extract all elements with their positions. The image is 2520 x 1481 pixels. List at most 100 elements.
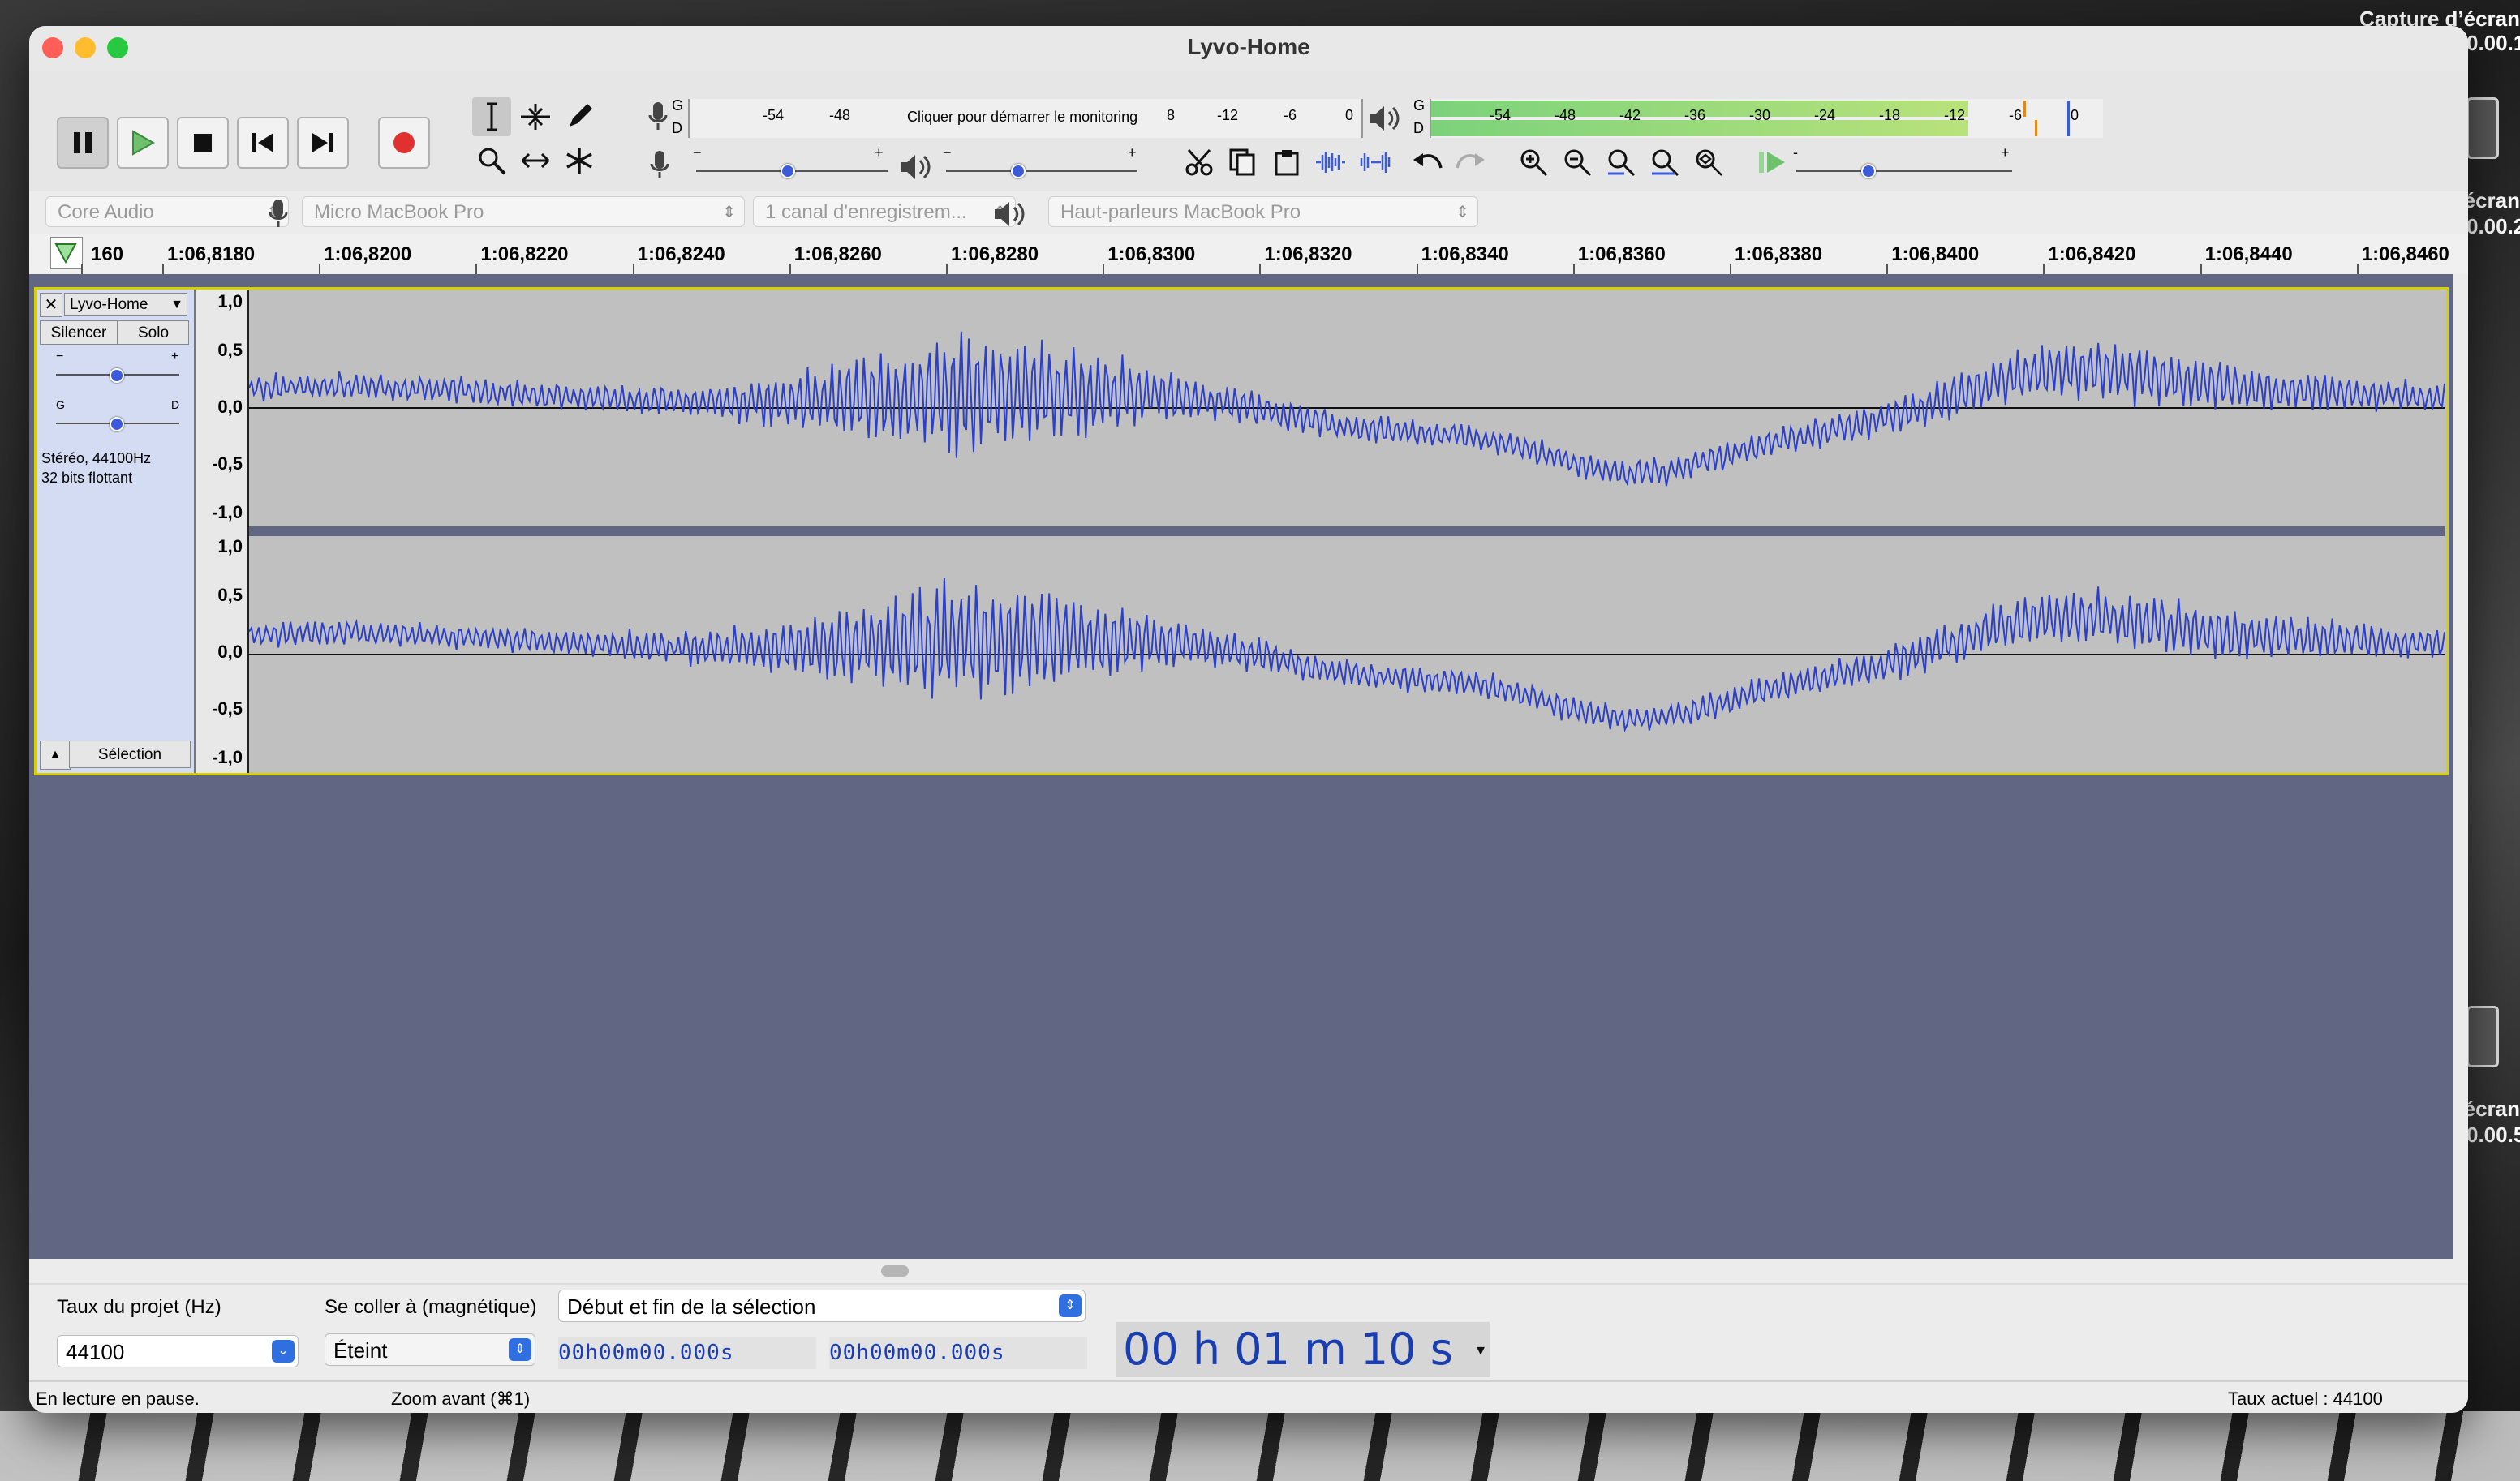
playback-volume-slider[interactable] [946, 170, 1137, 172]
chevron-down-icon: ⌄ [272, 1340, 295, 1363]
zoom-out-button[interactable] [1558, 143, 1597, 182]
microphone-icon[interactable] [647, 101, 669, 133]
playback-status: En lecture en pause. [36, 1389, 200, 1409]
playback-speed-slider[interactable] [1796, 170, 2012, 172]
recording-device-select[interactable]: Micro MacBook Pro ⇕ [302, 196, 745, 227]
gain-min-label: − [56, 350, 64, 363]
play-head-icon[interactable] [50, 237, 83, 269]
silence-button[interactable] [1357, 143, 1395, 182]
selection-mode-select[interactable]: Début et fin de la sélection ⇕ [558, 1290, 1086, 1322]
selection-start-time[interactable]: 00h00m00.000s [558, 1337, 816, 1369]
fit-project-button[interactable] [1645, 143, 1684, 182]
slider-min-label: − [693, 144, 702, 161]
ruler-tick [1572, 264, 1575, 274]
magnifier-icon [479, 148, 506, 175]
audio-host-select[interactable]: Core Audio ⇕ [45, 196, 289, 227]
track-format-line: Stéréo, 44100Hz [41, 450, 152, 466]
play-scale-tick: -42 [1619, 107, 1641, 123]
amplitude-ruler[interactable]: 1,0 0,5 0,0 -0,5 -1,0 1,0 0,5 0,0 -0,5 -… [196, 290, 249, 773]
solo-button[interactable]: Solo [118, 320, 189, 345]
ruler-time-label: 1:06,8280 [951, 243, 1039, 265]
desktop-file-icon[interactable] [2466, 1006, 2499, 1067]
asterisk-icon [566, 148, 592, 174]
skip-to-start-button[interactable] [237, 117, 289, 169]
desktop-file-icon[interactable] [2466, 97, 2499, 159]
zoom-toggle-button[interactable] [1689, 143, 1728, 182]
select-track-button[interactable]: Sélection [69, 740, 191, 768]
gain-knob[interactable] [110, 368, 124, 383]
snap-to-select[interactable]: Éteint ⇕ [325, 1333, 535, 1366]
ruler-time-label: 1:06,8420 [2048, 243, 2136, 265]
project-rate-combo[interactable]: 44100 ⌄ [57, 1335, 299, 1367]
collapse-track-button[interactable]: ▲ [40, 740, 71, 770]
track-name-menu[interactable]: Lyvo-Home ▼ [64, 293, 187, 316]
time-shift-tool[interactable] [516, 141, 555, 180]
recording-volume-knob[interactable] [781, 164, 795, 178]
record-meter[interactable]: -54 -48 Cliquer pour démarrer le monitor… [688, 99, 1363, 138]
pan-knob[interactable] [110, 417, 124, 431]
record-button[interactable] [378, 117, 430, 169]
ruler-time-label: 160 [91, 243, 124, 265]
timeline-ruler[interactable]: 160 1:06,8180 1:06,8200 1:06,8220 1:06,8240 1… [29, 234, 2468, 276]
ruler-tick [1730, 264, 1731, 274]
mute-button[interactable]: Silencer [40, 320, 118, 345]
vertical-scrollbar[interactable] [2453, 274, 2468, 1259]
playback-volume-knob[interactable] [1011, 164, 1026, 178]
horizontal-scrollbar[interactable] [29, 1259, 2468, 1283]
selection-end-time[interactable]: 00h00m00.000s [829, 1337, 1087, 1369]
trim-button[interactable] [1311, 143, 1350, 182]
ruler-tick [319, 264, 321, 274]
multi-tool[interactable] [560, 141, 599, 180]
project-rate-value: 44100 [66, 1340, 125, 1364]
playback-meter[interactable]: -54 -48 -42 -36 -30 -24 -18 -12 -6 0 [1430, 99, 2103, 138]
play-at-speed-button[interactable] [1752, 143, 1791, 182]
cut-button[interactable] [1180, 143, 1219, 182]
envelope-tool[interactable] [516, 97, 555, 136]
microphone-icon [650, 151, 669, 178]
selection-tool[interactable] [472, 97, 511, 136]
play-scale-tick: -30 [1749, 107, 1771, 123]
redo-button[interactable] [1451, 143, 1490, 182]
record-scale-tick: -12 [1217, 107, 1239, 123]
chevron-updown-icon: ⇕ [509, 1338, 531, 1361]
audacity-window: Lyvo-Home G D -54 -48 Cliquer pour démar… [29, 26, 2468, 1413]
speaker-icon[interactable] [1368, 104, 1400, 133]
waveform-display[interactable] [249, 290, 2445, 773]
recording-channels-select[interactable]: 1 canal d'enregistrem... ⇕ [753, 196, 1016, 227]
play-button[interactable] [117, 117, 169, 169]
speaker-icon [901, 155, 931, 179]
playback-device-select[interactable]: Haut-parleurs MacBook Pro ⇕ [1048, 196, 1478, 227]
play-icon [132, 130, 155, 156]
ruler-time-label: 1:06,8440 [2204, 243, 2293, 265]
status-bar: En lecture en pause. Zoom avant (⌘1) Tau… [29, 1380, 2468, 1413]
track-close-button[interactable]: ✕ [40, 293, 62, 317]
zoom-toggle-icon [1696, 149, 1722, 176]
ruler-time-label: 1:06,8340 [1421, 243, 1509, 265]
playback-speed-knob[interactable] [1861, 164, 1876, 178]
zoom-tool[interactable] [472, 141, 511, 180]
meter-left-label: G [1413, 97, 1426, 114]
keyboard-background [0, 1411, 2520, 1481]
skip-to-end-button[interactable] [297, 117, 349, 169]
track-format-line: 32 bits flottant [41, 470, 133, 486]
play-at-speed-icon [1759, 152, 1785, 173]
undo-button[interactable] [1408, 143, 1447, 182]
zoom-out-icon [1564, 149, 1592, 177]
horizontal-scroll-thumb[interactable] [881, 1265, 909, 1277]
pause-button[interactable] [57, 117, 109, 169]
rate-status: Taux actuel : 44100 [2228, 1389, 2383, 1409]
audio-host-value: Core Audio [58, 201, 154, 223]
tracks-area[interactable]: ✕ Lyvo-Home ▼ Silencer Solo − + G D Stér… [29, 274, 2468, 1283]
zoom-in-button[interactable] [1514, 143, 1553, 182]
double-arrow-icon [521, 152, 550, 169]
paste-button[interactable] [1267, 143, 1306, 182]
copy-button[interactable] [1223, 143, 1262, 182]
stop-button[interactable] [177, 117, 229, 169]
track-format-info: Stéréo, 44100Hz 32 bits flottant [41, 449, 151, 487]
draw-tool[interactable] [560, 97, 599, 136]
trim-audio-icon [1316, 152, 1345, 173]
peak-marker [2023, 101, 2026, 117]
fit-selection-button[interactable] [1602, 143, 1641, 182]
audio-track[interactable]: ✕ Lyvo-Home ▼ Silencer Solo − + G D Stér… [34, 287, 2449, 775]
audio-position-time[interactable]: 00 h 01 m 10 s ▾ [1116, 1322, 1490, 1377]
